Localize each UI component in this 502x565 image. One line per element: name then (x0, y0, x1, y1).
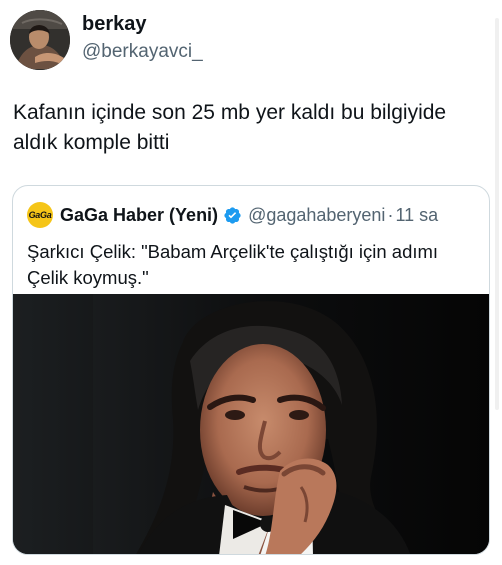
verified-badge-icon (224, 206, 241, 224)
quoted-author-handle[interactable]: @gagahaberyeni (248, 205, 385, 226)
quoted-tweet-media[interactable] (13, 294, 489, 554)
author-handle[interactable]: @berkayavci_ (82, 40, 203, 63)
portrait-photo-icon (13, 294, 489, 554)
quoted-tweet-card[interactable]: GaGa GaGa Haber (Yeni) @gagahaberyeni · … (12, 185, 490, 555)
author-avatar[interactable] (10, 10, 70, 70)
meta-separator: · (387, 204, 394, 225)
tweet-header: berkay @berkayavci_ (10, 8, 490, 70)
tweet-text: Kafanın içinde son 25 mb yer kaldı bu bi… (13, 101, 447, 155)
scrollbar[interactable] (495, 18, 499, 410)
quoted-author-avatar[interactable]: GaGa (27, 202, 53, 228)
quoted-tweet-text: Şarkıcı Çelik: "Babam Arçelik'te çalıştı… (27, 241, 439, 289)
profile-photo-icon (10, 10, 70, 70)
quoted-tweet-time[interactable]: 11 sa (395, 205, 438, 226)
author-display-name[interactable]: berkay (82, 12, 203, 36)
quoted-author-display-name[interactable]: GaGa Haber (Yeni) (60, 205, 218, 226)
author-info: berkay @berkayavci_ (82, 8, 203, 64)
quoted-tweet-header: GaGa GaGa Haber (Yeni) @gagahaberyeni · … (13, 186, 489, 229)
